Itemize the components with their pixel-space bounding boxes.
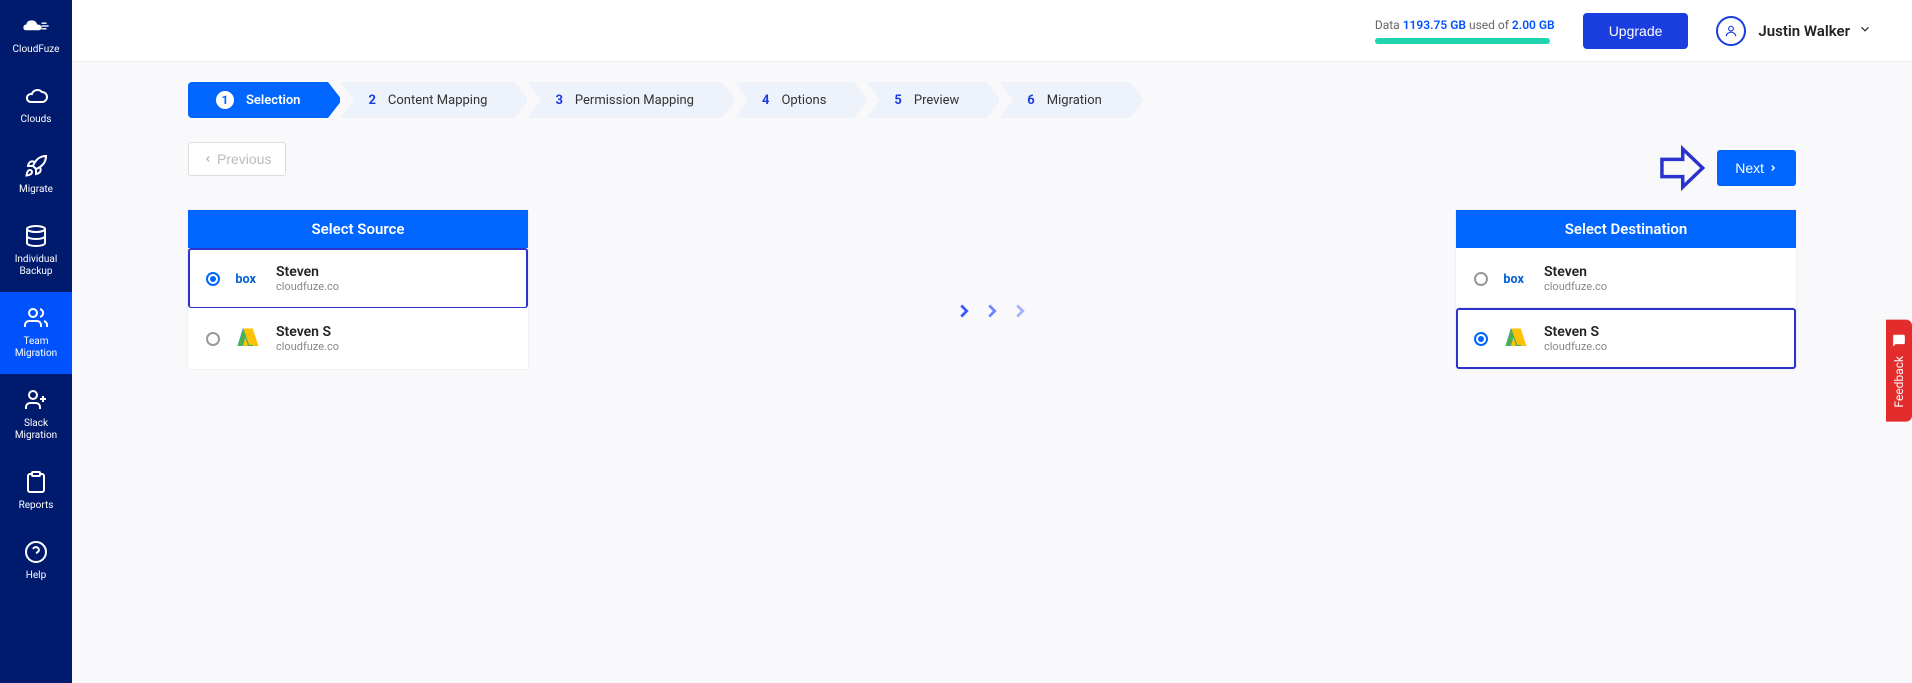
destination-panel: Select Destination boxStevencloudfuze.co… [1456,210,1796,369]
box-icon: box [234,265,262,293]
sidebar-label: Individual Backup [4,254,68,278]
avatar-icon [1716,16,1746,46]
data-mid: used of [1469,18,1509,32]
help-icon [22,538,50,566]
sidebar-label: CloudFuze [13,44,60,56]
chevron-icon [953,300,975,322]
main: Data 1193.75 GB used of 2.00 GB Upgrade … [72,0,1912,683]
sidebar-label: Reports [19,500,54,512]
sidebar-label: Clouds [21,114,52,126]
step-label: Selection [246,93,300,108]
step-label: Migration [1047,93,1102,108]
account-row[interactable]: Steven Scloudfuze.co [188,308,528,369]
sidebar-item-slack-migration[interactable]: Slack Migration [0,374,72,456]
sidebar-item-help[interactable]: Help [0,526,72,596]
step-options[interactable]: 4 Options [734,82,854,118]
cloud-icon [22,82,50,110]
previous-label: Previous [217,151,271,167]
gdrive-icon [234,325,262,353]
account-row[interactable]: box Stevencloudfuze.co [188,248,528,308]
account-name: Steven [276,264,339,280]
step-permission-mapping[interactable]: 3 Permission Mapping [527,82,722,118]
account-row[interactable]: box Stevencloudfuze.co [1456,248,1796,308]
sidebar-label: Help [26,570,46,582]
data-label: Data [1375,18,1400,32]
box-icon: box [1502,265,1530,293]
account-domain: cloudfuze.co [276,340,339,353]
next-button[interactable]: Next [1717,150,1796,186]
data-usage-bar [1375,38,1550,44]
sidebar-item-individual-backup[interactable]: Individual Backup [0,210,72,292]
feedback-tab[interactable]: Feedback [1886,320,1912,422]
db-icon [22,222,50,250]
sidebar-item-migrate[interactable]: Migrate [0,140,72,210]
data-total: 2.00 GB [1512,18,1555,32]
direction-arrows [528,210,1456,322]
step-number: 4 [762,93,769,108]
next-label: Next [1735,160,1764,176]
previous-button[interactable]: Previous [188,142,286,176]
step-number: 1 [216,91,234,109]
chevron-icon [1009,300,1031,322]
sidebar-item-clouds[interactable]: Clouds [0,70,72,140]
svg-text:box: box [1503,272,1524,287]
sidebar-item-team-migration[interactable]: Team Migration [0,292,72,374]
team-icon [22,304,50,332]
sidebar-item-cloudfuze[interactable]: CloudFuze [0,0,72,70]
sidebar: CloudFuze Clouds Migrate Individual Backup T… [0,0,72,683]
arrow-right-outline-icon [1655,142,1707,194]
feedback-label: Feedback [1892,356,1906,408]
step-selection[interactable]: 1 Selection [188,82,328,118]
step-label: Options [781,93,826,108]
account-domain: cloudfuze.co [1544,280,1607,293]
topbar: Data 1193.75 GB used of 2.00 GB Upgrade … [72,0,1912,62]
chevron-icon [981,300,1003,322]
source-panel: Select Source boxStevencloudfuze.coSteve… [188,210,528,369]
logo-icon [22,12,50,40]
account-row[interactable]: Steven Scloudfuze.co [1456,308,1796,369]
account-name: Steven S [1544,324,1607,340]
radio-button[interactable] [206,332,220,346]
destination-panel-title: Select Destination [1456,210,1796,248]
account-domain: cloudfuze.co [276,280,339,293]
step-migration[interactable]: 6 Migration [999,82,1130,118]
step-number: 5 [894,93,901,108]
rocket-icon [22,152,50,180]
sidebar-label: Slack Migration [4,418,68,442]
svg-text:box: box [235,272,256,287]
data-usage: Data 1193.75 GB used of 2.00 GB [1375,18,1555,44]
account-name: Steven S [276,324,339,340]
step-label: Content Mapping [388,93,488,108]
sidebar-label: Migrate [19,184,53,196]
step-number: 3 [555,93,562,108]
gdrive-icon [1502,325,1530,353]
step-content-mapping[interactable]: 2 Content Mapping [340,82,515,118]
step-preview[interactable]: 5 Preview [866,82,987,118]
source-panel-title: Select Source [188,210,528,248]
step-label: Preview [914,93,959,108]
sidebar-item-reports[interactable]: Reports [0,456,72,526]
step-number: 6 [1027,93,1034,108]
chevron-left-icon [203,154,213,164]
clipboard-icon [22,468,50,496]
radio-button[interactable] [1474,272,1488,286]
sidebar-label: Team Migration [4,336,68,360]
step-label: Permission Mapping [575,93,694,108]
account-domain: cloudfuze.co [1544,340,1607,353]
upgrade-button[interactable]: Upgrade [1583,13,1689,49]
user-name: Justin Walker [1758,22,1850,40]
chevron-right-icon [1768,163,1778,173]
radio-button[interactable] [1474,332,1488,346]
wizard-steps: 1 Selection 2 Content Mapping 3 Permission Ma… [72,62,1912,130]
step-number: 2 [368,93,375,108]
account-name: Steven [1544,264,1607,280]
radio-button[interactable] [206,272,220,286]
data-used: 1193.75 GB [1403,18,1466,32]
chat-icon [1892,334,1906,348]
team2-icon [22,386,50,414]
user-menu[interactable]: Justin Walker [1716,16,1872,46]
chevron-down-icon [1858,21,1872,40]
